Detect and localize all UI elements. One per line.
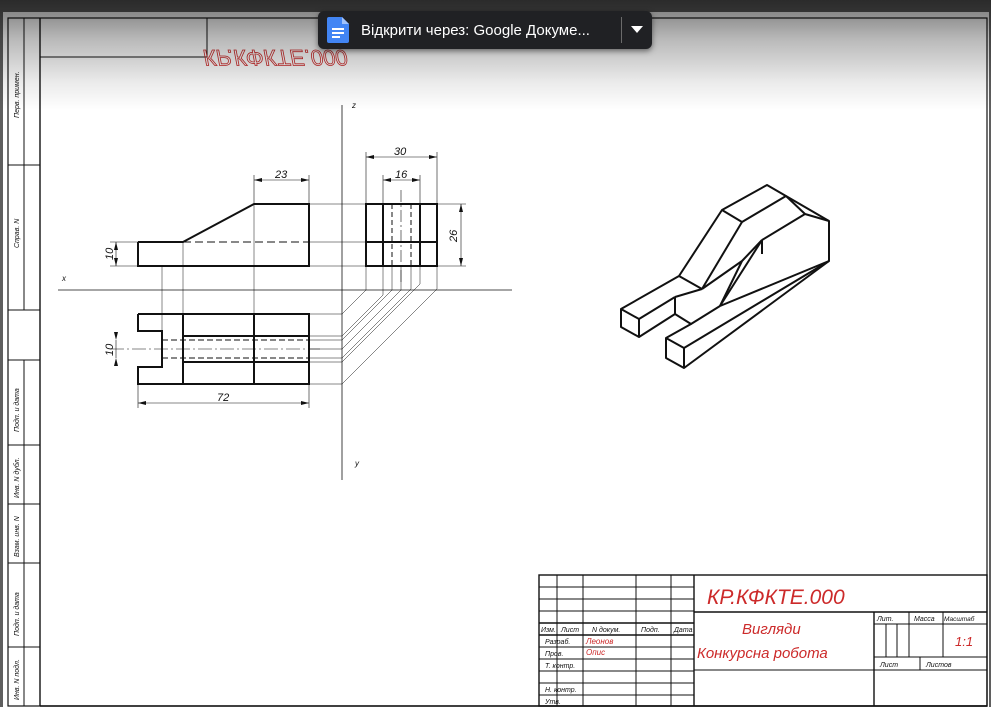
tb-lit: Лит. [876,616,893,623]
tb-col-izm: Изм. [541,627,556,634]
tb-role-tkontr: Т. контр. [545,663,575,670]
dim-10-top: 10 [104,343,116,356]
side-label-podp1: Подп. и дата [13,388,21,432]
side-label-podp2: Подп. и дата [13,592,21,636]
axis-z-label: z [351,101,356,110]
tb-role-razrab: Разраб. [545,638,570,646]
dim-16: 16 [395,169,408,181]
dim-72: 72 [217,392,229,404]
dim-30: 30 [394,146,407,158]
tb-doc-code: КР.КФКТЕ.000 [707,586,845,609]
caret-down-icon [631,26,643,33]
tb-title-line1: Вигляди [742,621,801,638]
tb-col-list: Лист [560,627,579,634]
tb-scale-label: Масштаб [944,615,975,623]
tb-scale-value: 1:1 [955,634,973,649]
tb-title-line2: Конкурсна робота [697,645,828,662]
tb-col-podp: Подп. [641,626,660,634]
tb-name-prov: Опис [586,648,605,657]
open-with-menu-button[interactable] [622,11,652,49]
tb-role-prov: Пров. [545,651,564,658]
side-label-sprav: Справ. N [14,218,21,248]
tb-mass: Масса [914,616,935,623]
open-with-label: Відкрити через: Google Докуме... [361,21,590,39]
tb-col-ndoc: N докум. [592,626,620,634]
tb-sheets: Листов [925,662,952,669]
side-label-perv: Перв. примен. [14,71,21,118]
dim-26: 26 [448,229,460,243]
tb-role-nkontr: Н. контр. [545,687,577,694]
google-docs-icon [327,17,349,43]
side-label-podl: Инв. N подл. [13,659,21,700]
drawing-sheet: Перв. примен. Справ. N Подп. и дата Инв.… [0,0,991,707]
tb-sheet: Лист [879,662,898,669]
dim-10-front: 10 [104,247,116,260]
open-with-button[interactable]: Відкрити через: Google Докуме... [318,11,652,49]
tb-role-utv: Утв. [544,699,561,706]
tb-name-razrab: Леонов [585,637,613,646]
side-label-vzam: Взам. инв. N [14,515,21,557]
side-label-dubl: Инв. N дубл. [13,457,21,498]
dim-23: 23 [274,169,288,181]
tb-col-data: Дата [673,627,693,634]
